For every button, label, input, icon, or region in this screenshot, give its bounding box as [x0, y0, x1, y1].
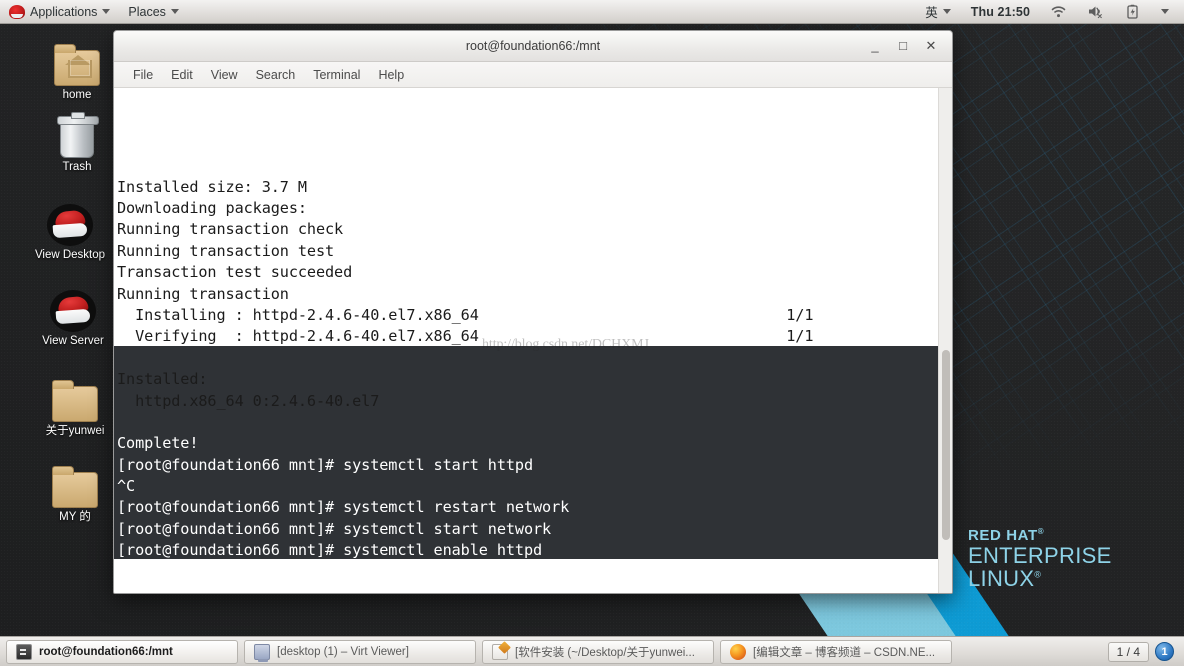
maximize-button[interactable]: □ — [896, 39, 910, 53]
firefox-icon — [730, 643, 746, 660]
desktop-icon-guanyu-yunwei[interactable]: 关于yunwei — [32, 374, 118, 438]
menu-item-terminal[interactable]: Terminal — [304, 62, 369, 88]
chevron-down-icon — [942, 9, 951, 14]
battery-status[interactable] — [1115, 0, 1150, 24]
terminal-menubar: File Edit View Search Terminal Help — [114, 62, 952, 88]
input-method-indicator[interactable]: 英 — [916, 0, 960, 24]
terminal-line: Running transaction test — [117, 241, 335, 260]
desktop-icon-view-server[interactable]: View Server — [30, 284, 116, 348]
menu-item-edit[interactable]: Edit — [162, 62, 202, 88]
folder-icon — [32, 374, 118, 422]
terminal-line: [root@foundation66 mnt]# systemctl resta… — [117, 498, 570, 517]
menu-item-view[interactable]: View — [202, 62, 247, 88]
desktop-icon-home[interactable]: home — [34, 38, 120, 102]
brand-line-3: LINUX® — [968, 566, 1042, 591]
terminal-icon — [16, 643, 32, 660]
terminal-line: [root@foundation66 mnt]# systemctl start… — [117, 455, 534, 474]
volume-status[interactable] — [1078, 0, 1113, 24]
clock-label: Thu 21:50 — [970, 4, 1030, 19]
taskbar-item-firefox[interactable]: [编辑文章 – 博客频道 – CSDN.NE... — [720, 639, 952, 664]
desktop-icon-label: home — [62, 89, 92, 101]
terminal-line: Installing : httpd-2.4.6-40.el7.x86_64 1… — [117, 305, 814, 324]
text-editor-icon — [492, 643, 508, 660]
terminal-scrollbar-thumb[interactable] — [942, 350, 950, 540]
taskbar-item-label: [软件安装 (~/Desktop/关于yunwei... — [515, 646, 695, 659]
input-method-label: 英 — [925, 6, 938, 20]
terminal-line: Complete! — [117, 434, 199, 453]
wifi-status[interactable] — [1041, 0, 1076, 24]
redhat-icon — [30, 284, 116, 332]
terminal-line: Downloading packages: — [117, 199, 307, 218]
taskbar-item-label: [desktop (1) – Virt Viewer] — [277, 645, 409, 658]
workspace-count-label: 1 / 4 — [1107, 641, 1149, 662]
terminal-line: ^C — [117, 477, 136, 496]
terminal-line: Installed size: 3.7 M — [117, 177, 307, 196]
folder-home-icon — [34, 38, 120, 86]
watermark-text: http://blog.csdn.net/DCHXMJ — [482, 337, 649, 352]
desktop-icon-label: MY 的 — [59, 511, 91, 523]
top-panel: Applications Places 英 Thu 21:50 — [0, 0, 1184, 24]
places-menu[interactable]: Places — [119, 0, 188, 24]
terminal-title: root@foundation66:/mnt — [465, 39, 601, 53]
menu-item-file[interactable]: File — [124, 62, 162, 88]
window-controls: _ □ ✕ — [868, 39, 952, 53]
desktop-icon-my-de[interactable]: MY 的 — [32, 460, 118, 524]
battery-icon — [1124, 4, 1141, 19]
taskbar-item-terminal[interactable]: root@foundation66:/mnt — [6, 639, 238, 664]
terminal-scrollbar[interactable] — [938, 88, 952, 593]
chevron-down-icon — [1161, 9, 1169, 14]
desktop-icon-label: 关于yunwei — [45, 425, 105, 437]
clock[interactable]: Thu 21:50 — [962, 0, 1039, 24]
terminal-line: rvice to /usr/lib/systemd/system/httpd.s… — [117, 583, 938, 593]
volume-muted-icon — [1087, 4, 1104, 19]
chevron-down-icon — [102, 9, 111, 14]
virt-viewer-icon — [254, 643, 270, 662]
menu-item-search[interactable]: Search — [247, 62, 305, 88]
terminal-line: [root@foundation66 mnt]# systemctl start… — [117, 519, 552, 538]
workspace-badge: 1 — [1155, 642, 1174, 661]
places-menu-label: Places — [128, 4, 166, 19]
brand-line-1: RED HAT® — [968, 527, 1045, 544]
close-button[interactable]: ✕ — [924, 39, 938, 53]
terminal-titlebar[interactable]: root@foundation66:/mnt _ □ ✕ — [114, 31, 952, 62]
desktop-icon-label: View Server — [42, 335, 104, 347]
terminal-line: [root@foundation66 mnt]# systemctl enabl… — [117, 541, 543, 560]
redhat-logo-icon — [9, 4, 25, 19]
wifi-icon — [1050, 4, 1067, 19]
trash-icon — [34, 110, 120, 158]
chevron-down-icon — [170, 9, 179, 14]
terminal-body[interactable]: http://blog.csdn.net/DCHXMJ Installed si… — [114, 88, 952, 593]
folder-icon — [32, 460, 118, 508]
menu-item-help[interactable]: Help — [369, 62, 413, 88]
applications-menu-label: Applications — [30, 4, 98, 19]
applications-menu[interactable]: Applications — [0, 0, 119, 24]
terminal-lines: Installed size: 3.7 M Downloading package… — [117, 177, 938, 593]
system-menu-toggle[interactable] — [1152, 0, 1178, 24]
desktop-icon-view-desktop[interactable]: View Desktop — [27, 198, 113, 262]
system-tray: 英 Thu 21:50 — [916, 0, 1184, 24]
taskbar-item-text-editor[interactable]: [软件安装 (~/Desktop/关于yunwei... — [482, 639, 714, 664]
minimize-button[interactable]: _ — [868, 39, 882, 53]
terminal-line: Created symlink from /etc/systemd/system… — [117, 562, 778, 581]
workspace-switcher[interactable]: 1 / 4 1 — [1107, 641, 1178, 662]
brand-line-2: ENTERPRISE — [968, 543, 1112, 568]
terminal-window[interactable]: root@foundation66:/mnt _ □ ✕ File Edit V… — [113, 30, 953, 594]
taskbar: root@foundation66:/mnt [desktop (1) – Vi… — [0, 636, 1184, 666]
taskbar-item-label: root@foundation66:/mnt — [39, 645, 173, 658]
desktop-icon-label: Trash — [62, 161, 92, 173]
rhel-branding: RED HAT® ENTERPRISE LINUX® — [968, 528, 1112, 590]
terminal-line: Transaction test succeeded — [117, 263, 353, 282]
desktop-icon-trash[interactable]: Trash — [34, 110, 120, 174]
redhat-icon — [27, 198, 113, 246]
taskbar-item-label: [编辑文章 – 博客频道 – CSDN.NE... — [753, 646, 936, 659]
terminal-line: Running transaction check — [117, 220, 344, 239]
terminal-line: httpd.x86_64 0:2.4.6-40.el7 — [117, 391, 380, 410]
terminal-text-area[interactable]: http://blog.csdn.net/DCHXMJ Installed si… — [114, 88, 938, 593]
desktop-icon-label: View Desktop — [34, 249, 106, 261]
terminal-line: Running transaction — [117, 284, 289, 303]
taskbar-item-virt-viewer[interactable]: [desktop (1) – Virt Viewer] — [244, 639, 476, 664]
terminal-line: Installed: — [117, 370, 208, 389]
